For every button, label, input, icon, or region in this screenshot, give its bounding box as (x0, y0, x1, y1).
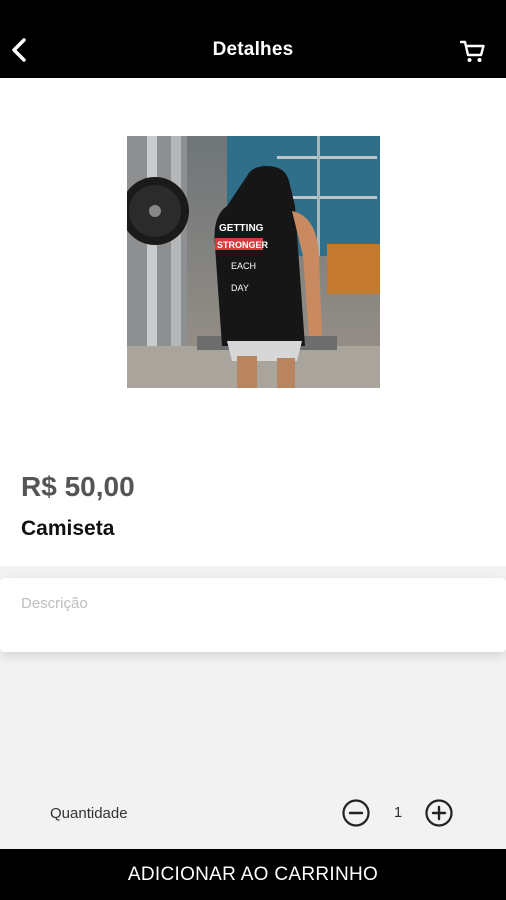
product-card: GETTING STRONGER EACH DAY R$ 50,00 Camis… (0, 78, 506, 566)
minus-circle-icon (342, 799, 370, 827)
quantity-label: Quantidade (50, 805, 128, 822)
decrease-quantity-button[interactable] (341, 798, 371, 828)
cart-icon (460, 40, 485, 62)
description-card: Descrição (0, 578, 506, 652)
product-name: Camiseta (21, 517, 115, 540)
increase-quantity-button[interactable] (424, 798, 454, 828)
shirt-print-text: EACH (231, 261, 256, 271)
shirt-print-text: STRONGER (217, 240, 269, 250)
cart-button[interactable] (458, 38, 488, 66)
plus-circle-icon (425, 799, 453, 827)
description-label: Descrição (21, 595, 88, 612)
quantity-value: 1 (393, 804, 403, 821)
product-image: GETTING STRONGER EACH DAY (127, 136, 380, 388)
product-price: R$ 50,00 (21, 471, 135, 502)
app-header: Detalhes (0, 0, 506, 78)
shirt-print-text: DAY (231, 283, 249, 293)
page-title: Detalhes (212, 39, 294, 60)
add-to-cart-button[interactable]: ADICIONAR AO CARRINHO (0, 849, 506, 900)
shirt-print-text: GETTING (219, 223, 264, 234)
